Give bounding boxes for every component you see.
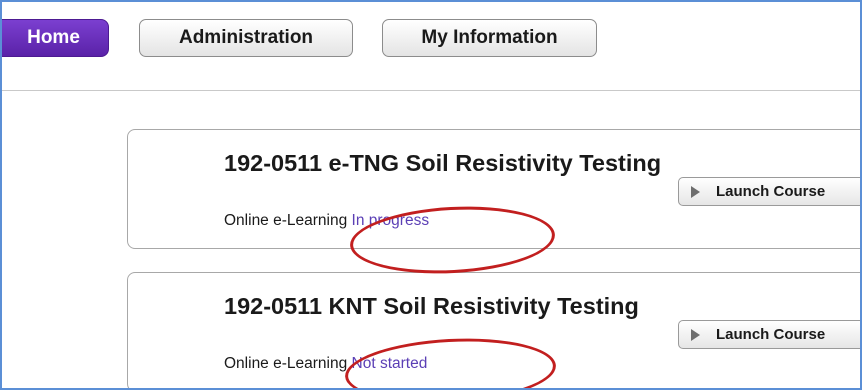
course-card: 192-0511 e-TNG Soil Resistivity Testing … [127, 129, 860, 249]
tab-my-information[interactable]: My Information [382, 19, 597, 57]
tab-administration[interactable]: Administration [139, 19, 353, 57]
course-type: Online e-Learning [224, 212, 348, 229]
tab-home[interactable]: Home [2, 19, 109, 57]
top-nav: Home Administration My Information [2, 2, 860, 94]
play-icon [691, 328, 700, 341]
launch-course-button[interactable]: Launch Course [678, 177, 860, 206]
course-card: 192-0511 KNT Soil Resistivity Testing On… [127, 272, 860, 388]
course-meta: Online e-Learning In progress [224, 212, 429, 230]
course-title: 192-0511 KNT Soil Resistivity Testing [224, 293, 639, 319]
screenshot-frame: Home Administration My Information 192-0… [0, 0, 862, 390]
nav-divider [2, 90, 860, 91]
course-title: 192-0511 e-TNG Soil Resistivity Testing [224, 150, 662, 176]
launch-course-button[interactable]: Launch Course [678, 320, 860, 349]
course-status-link[interactable]: In progress [352, 212, 430, 229]
launch-course-label: Launch Course [716, 326, 826, 343]
course-type: Online e-Learning [224, 355, 348, 372]
course-status-link[interactable]: Not started [352, 355, 428, 372]
launch-course-label: Launch Course [716, 183, 826, 200]
play-icon [691, 185, 700, 198]
course-meta: Online e-Learning Not started [224, 355, 427, 373]
